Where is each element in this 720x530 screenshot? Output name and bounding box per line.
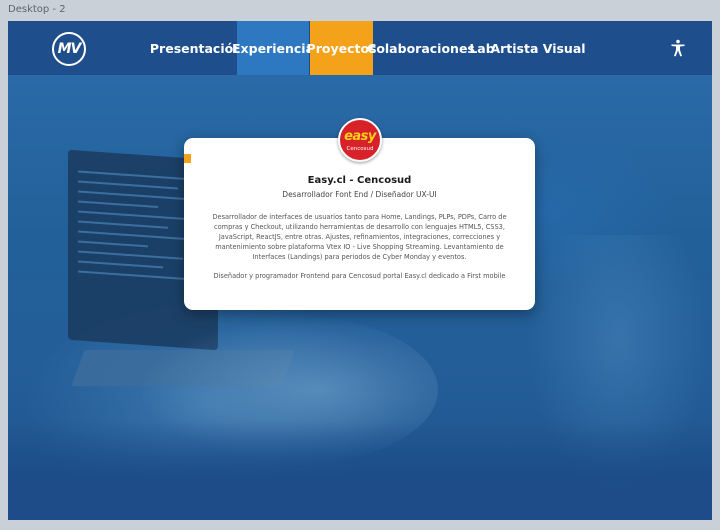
card-title: Easy.cl - Cencosud: [307, 175, 412, 186]
nav-item-presentacion[interactable]: Presentación: [150, 21, 242, 75]
nav-item-experiencia[interactable]: Experiencia: [232, 21, 314, 75]
nav-item-artista-visual[interactable]: Artista Visual: [490, 21, 585, 75]
canvas-label: Desktop - 2: [8, 4, 66, 15]
nav-item-colaboraciones[interactable]: Colaboraciones: [367, 21, 475, 75]
badge-sub: Cencosud: [346, 146, 374, 152]
logo[interactable]: MV: [52, 32, 86, 66]
badge-word: easy: [344, 129, 376, 144]
experience-card: Easy.cl - Cencosud Desarrollador Font En…: [184, 138, 535, 310]
arm-shape: [138, 315, 438, 465]
card-description-2: Diseñador y programador Frontend para Ce…: [213, 272, 506, 280]
desktop-frame: MV Presentación Experiencia Proyectos Co…: [8, 21, 712, 520]
shoulder-shape: [528, 235, 708, 495]
nav-item-proyectos[interactable]: Proyectos: [307, 21, 376, 75]
card-accent: [184, 154, 191, 163]
card-subtitle: Desarrollador Font End / Diseñador UX-UI: [282, 190, 437, 199]
navbar: MV Presentación Experiencia Proyectos Co…: [8, 21, 712, 75]
accessibility-icon[interactable]: [670, 39, 686, 57]
easy-logo-badge: easy Cencosud: [338, 118, 382, 162]
card-description: Desarrollador de interfaces de usuarios …: [212, 213, 507, 261]
